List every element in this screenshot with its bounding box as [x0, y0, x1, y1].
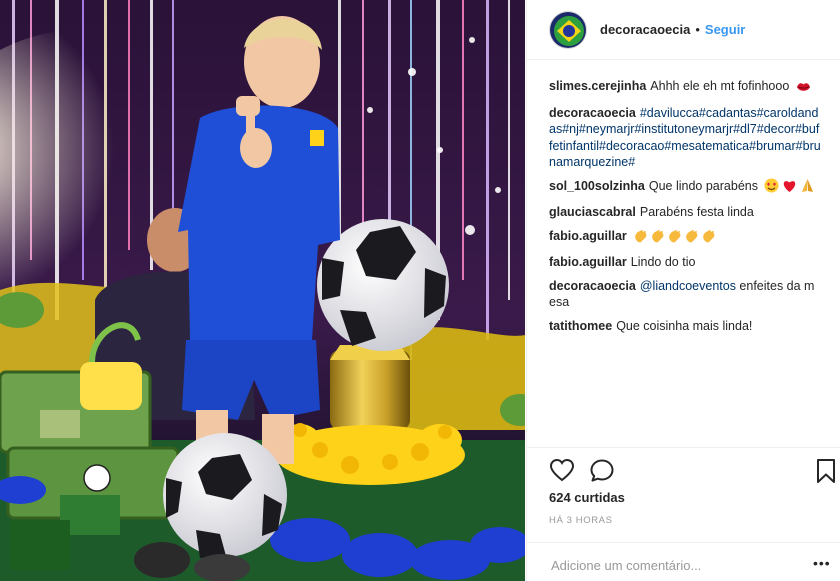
post-header: decoracaoecia • Seguir [527, 0, 840, 60]
more-options-button[interactable]: ••• [813, 555, 831, 571]
post-actions [527, 447, 840, 491]
follow-button[interactable]: Seguir [705, 22, 745, 37]
comment-item: fabio.aguillar Lindo do tio [549, 254, 821, 271]
comment-username[interactable]: sol_100solzinha [549, 179, 645, 193]
header-separator: • [695, 22, 700, 37]
instagram-post: decoracaoecia • Seguir slimes.cerejinha A… [0, 0, 840, 581]
lips-emoji-icon [796, 81, 811, 98]
comment-text: Parabéns festa linda [639, 205, 754, 219]
comment-username[interactable]: tatithomee [549, 319, 612, 333]
comment-text: Ahhh ele eh mt fofinhooo [650, 79, 790, 93]
comment-text: Que lindo parabéns [648, 178, 758, 193]
clap-emoji-icon [634, 229, 648, 248]
red-heart-emoji-icon [782, 179, 797, 198]
likes-count[interactable]: 624 curtidas [549, 490, 625, 505]
comment-item: sol_100solzinha Que lindo parabéns [549, 178, 821, 198]
clap-emoji-icon [702, 229, 716, 248]
heart-outline-icon[interactable] [549, 458, 575, 484]
comment-item: slimes.cerejinha Ahhh ele eh mt fofinhooo [549, 78, 821, 98]
folded-hands-emoji-icon [800, 178, 815, 198]
comment-item: decoracaoecia #davilucca#cadantas#carolda… [549, 105, 821, 171]
post-timestamp: HÁ 3 HORAS [549, 515, 613, 526]
comment-text: Que coisinha mais linda! [616, 318, 753, 333]
comment-item: tatithomee Que coisinha mais linda! [549, 318, 821, 335]
add-comment-bar: ••• [527, 542, 840, 581]
comment-item: glauciascabral Parabéns festa linda [549, 204, 821, 221]
comment-username[interactable]: glauciascabral [549, 205, 636, 219]
comment-username[interactable]: fabio.aguillar [549, 229, 627, 243]
comment-text: Lindo do tio [630, 255, 696, 269]
comment-mention[interactable]: @liandcoeventos [640, 279, 736, 293]
header-username[interactable]: decoracaoecia [600, 22, 690, 37]
add-comment-input[interactable] [549, 553, 793, 577]
clap-emoji-icon [651, 229, 665, 248]
clap-emoji-icon [668, 229, 682, 248]
bookmark-icon[interactable] [815, 458, 840, 484]
comment-list: slimes.cerejinha Ahhh ele eh mt fofinhooo… [549, 78, 821, 341]
comment-username[interactable]: slimes.cerejinha [549, 79, 646, 93]
avatar[interactable] [549, 10, 587, 49]
comment-item: decoracaoecia @liandcoeventos enfeites da… [549, 278, 821, 311]
comment-username[interactable]: fabio.aguillar [549, 255, 627, 269]
comment-username[interactable]: decoracaoecia [549, 106, 636, 120]
avatar-image [550, 11, 586, 48]
heart-eyes-emoji-icon [764, 178, 779, 198]
comment-item: fabio.aguillar [549, 228, 821, 248]
comment-username[interactable]: decoracaoecia [549, 279, 636, 293]
party-photo-illustration [0, 0, 525, 581]
speech-bubble-icon[interactable] [589, 458, 615, 484]
post-photo[interactable] [0, 0, 525, 581]
post-side-panel: decoracaoecia • Seguir slimes.cerejinha A… [526, 0, 840, 581]
clap-emoji-icon [685, 229, 699, 248]
